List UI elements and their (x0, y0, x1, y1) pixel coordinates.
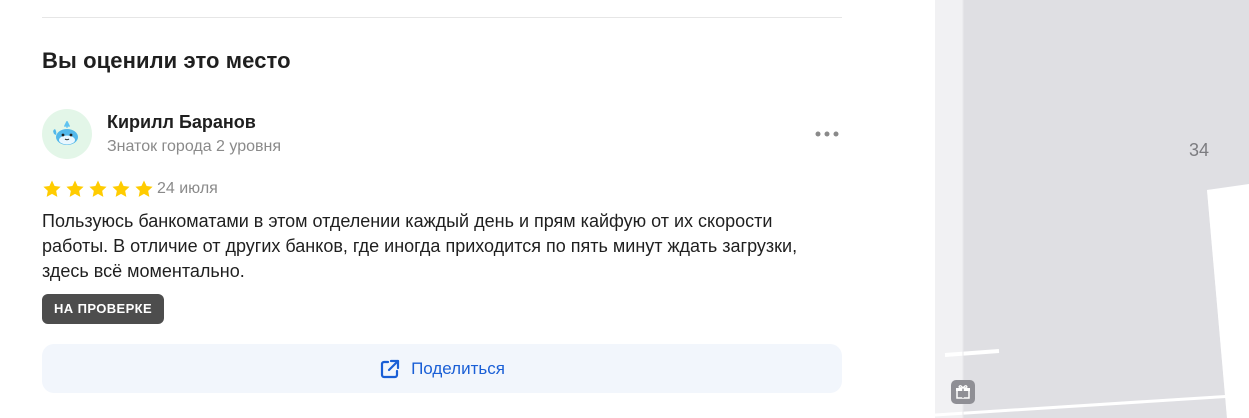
more-horizontal-icon (815, 131, 839, 137)
share-external-icon (380, 359, 400, 378)
rating-stars (42, 179, 154, 199)
star-icon (135, 180, 153, 197)
page: Вы оценили это место Кирилл Баранов Знат… (0, 0, 1249, 418)
review-panel: Вы оценили это место Кирилл Баранов Знат… (0, 0, 935, 418)
review-text: Пользуюсь банкоматами в этом отделении к… (42, 211, 798, 281)
star-icon (89, 180, 107, 197)
star-icon (66, 180, 84, 197)
author-avatar[interactable] (42, 109, 92, 159)
map-buildings (935, 0, 1249, 418)
author-level: Знаток города 2 уровня (107, 138, 282, 155)
whale-icon (53, 121, 78, 145)
status-badge: НА ПРОВЕРКЕ (42, 294, 165, 324)
poi-marker[interactable] (951, 380, 975, 404)
map-view[interactable]: 34 (935, 0, 1249, 418)
author-name[interactable]: Кирилл Баранов (107, 112, 256, 133)
share-button[interactable]: Поделиться (42, 344, 842, 393)
top-divider (42, 17, 842, 18)
house-number-label: 34 (1189, 140, 1210, 160)
review-date: 24 июля (157, 180, 218, 197)
more-options-button[interactable] (810, 122, 844, 146)
star-icon (112, 180, 130, 197)
star-icon (43, 180, 61, 197)
section-title: Вы оценили это место (42, 48, 291, 73)
gift-icon (956, 385, 970, 399)
share-label: Поделиться (411, 358, 505, 378)
